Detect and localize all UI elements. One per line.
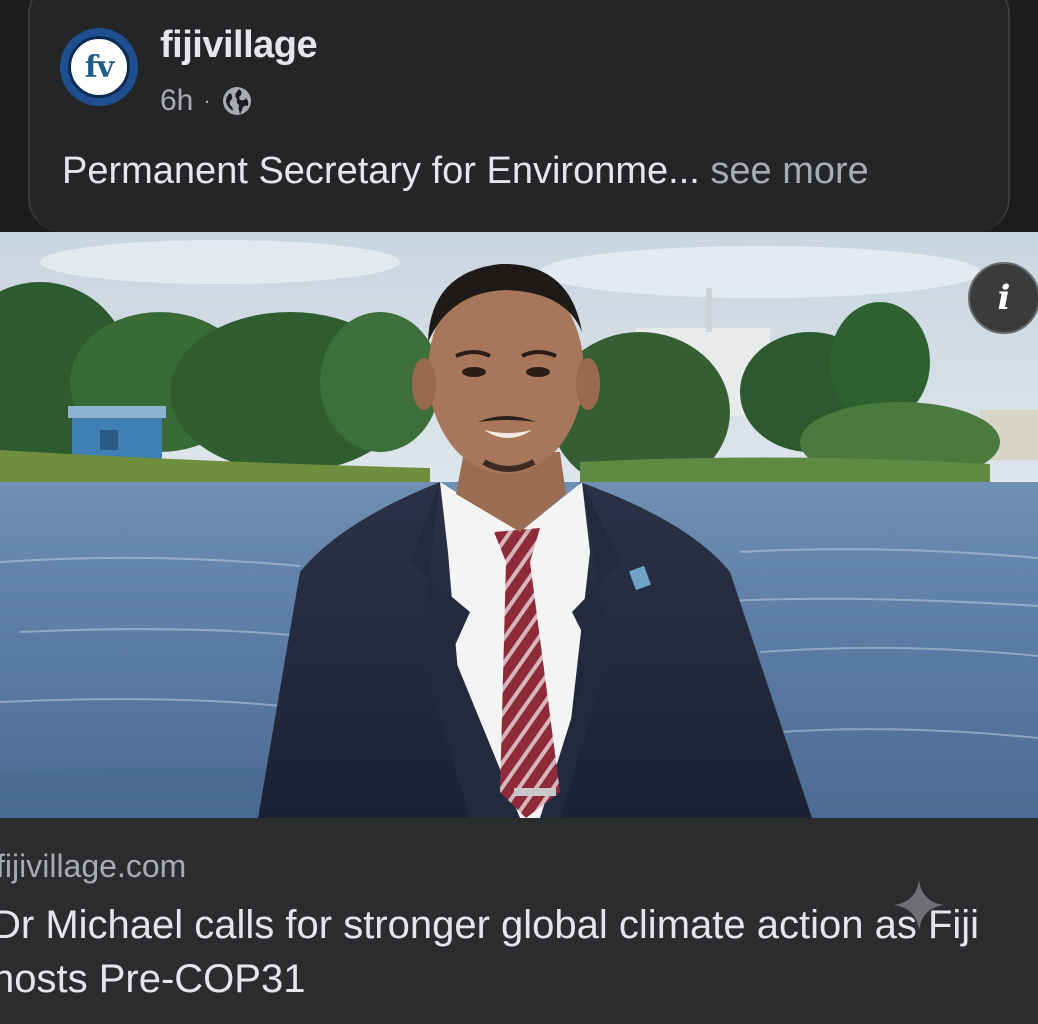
link-domain: fijivillage.com bbox=[0, 848, 187, 884]
post-photo[interactable] bbox=[0, 232, 1038, 818]
info-icon: i bbox=[997, 278, 1011, 318]
avatar-logo: fv bbox=[68, 36, 130, 98]
photo-image bbox=[0, 232, 1038, 818]
meta-separator: · bbox=[203, 88, 211, 113]
link-headline[interactable]: Dr Michael calls for stronger global cli… bbox=[0, 898, 1032, 1006]
link-preview[interactable]: fijivillage.com Dr Michael calls for str… bbox=[0, 818, 1038, 1024]
facebook-post: fv fijivillage 6h · Permanent Secretary … bbox=[0, 0, 1038, 1024]
sparkle-icon bbox=[894, 880, 944, 930]
globe-icon bbox=[222, 87, 251, 115]
info-button[interactable]: i bbox=[968, 262, 1038, 334]
page-name-link[interactable]: fijivillage bbox=[160, 24, 318, 67]
post-timestamp[interactable]: 6h bbox=[160, 84, 193, 118]
page-avatar[interactable]: fv bbox=[60, 28, 138, 106]
post-text: Permanent Secretary for Environme... see… bbox=[62, 150, 869, 193]
post-meta: 6h · bbox=[160, 84, 253, 118]
see-more-link[interactable]: see more bbox=[710, 150, 868, 192]
post-body-text: Permanent Secretary for Environme... bbox=[62, 150, 700, 192]
